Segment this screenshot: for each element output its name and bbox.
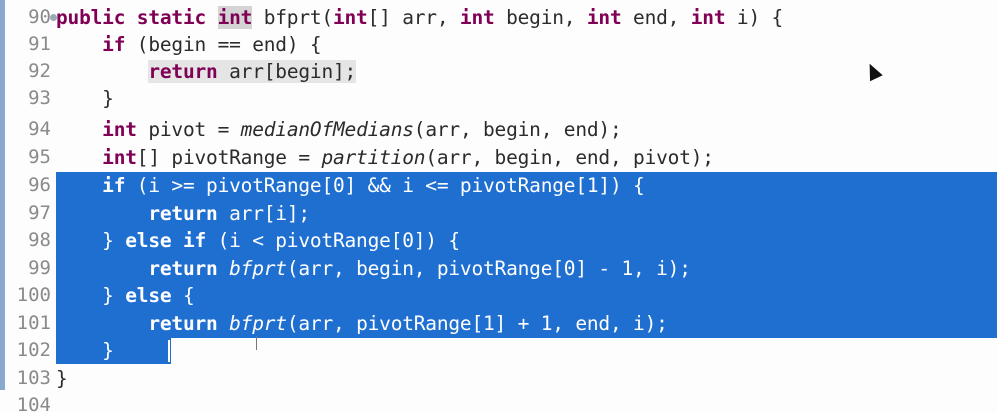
line-number: 97 xyxy=(28,202,51,224)
code-text: int[] pivotRange = partition(arr, begin,… xyxy=(102,146,714,169)
line-number: 101 xyxy=(16,312,51,334)
code-line[interactable]: 92 return arr[begin]; xyxy=(0,58,997,85)
line-number: 92 xyxy=(28,60,51,82)
code-text: return arr[begin]; xyxy=(148,60,357,83)
line-number: 91 xyxy=(28,33,51,55)
line-number: 98 xyxy=(28,229,51,251)
code-line[interactable]: 104 xyxy=(0,392,997,419)
line-number: 94 xyxy=(28,118,51,140)
code-text: int pivot = medianOfMedians(arr, begin, … xyxy=(102,118,622,141)
code-text: } xyxy=(56,339,114,362)
code-line[interactable]: 94 int pivot = medianOfMedians(arr, begi… xyxy=(0,116,997,143)
code-text: } xyxy=(56,367,68,390)
code-editor[interactable]: 90 public static int bfprt(int[] arr, int… xyxy=(0,0,997,416)
text-caret xyxy=(168,340,170,362)
code-line[interactable]: 96 if (i >= pivotRange[0] && i <= pivotR… xyxy=(0,172,997,199)
code-line[interactable]: 97 return arr[i]; xyxy=(0,200,997,227)
line-number: 102 xyxy=(16,339,51,361)
code-line[interactable]: 102 } xyxy=(0,337,997,364)
code-line[interactable]: 95 int[] pivotRange = partition(arr, beg… xyxy=(0,144,997,171)
code-line[interactable]: 90 public static int bfprt(int[] arr, int… xyxy=(0,4,997,31)
code-text: } else if (i < pivotRange[0]) { xyxy=(56,229,460,252)
line-number: 93 xyxy=(28,87,51,109)
code-text: if (i >= pivotRange[0] && i <= pivotRang… xyxy=(102,174,645,197)
code-line[interactable]: 98 } else if (i < pivotRange[0]) { xyxy=(0,227,997,254)
line-number: 96 xyxy=(28,174,51,196)
code-text: } xyxy=(56,87,114,110)
line-number: 100 xyxy=(16,284,51,306)
line-number: 103 xyxy=(16,367,51,389)
code-line[interactable]: 100 } else { xyxy=(0,282,997,309)
code-line[interactable]: 103} xyxy=(0,365,997,392)
code-text: public static int bfprt(int[] arr, int b… xyxy=(56,6,784,29)
code-text: return arr[i]; xyxy=(148,202,310,225)
code-text: return bfprt(arr, pivotRange[1] + 1, end… xyxy=(148,312,668,335)
line-number: 99 xyxy=(28,257,51,279)
code-line[interactable]: 101 return bfprt(arr, pivotRange[1] + 1,… xyxy=(0,310,997,337)
line-number: 104 xyxy=(16,394,51,416)
code-text: if (begin == end) { xyxy=(102,33,322,56)
code-text: } else { xyxy=(56,284,195,307)
line-number: 95 xyxy=(28,146,51,168)
code-line[interactable]: 93 } xyxy=(0,85,997,112)
ibeam-cursor-icon xyxy=(256,336,257,350)
line-number: 90 xyxy=(28,6,51,28)
code-text: return bfprt(arr, begin, pivotRange[0] -… xyxy=(148,257,691,280)
code-line[interactable]: 99 return bfprt(arr, begin, pivotRange[0… xyxy=(0,255,997,282)
code-line[interactable]: 91 if (begin == end) { xyxy=(0,31,997,58)
